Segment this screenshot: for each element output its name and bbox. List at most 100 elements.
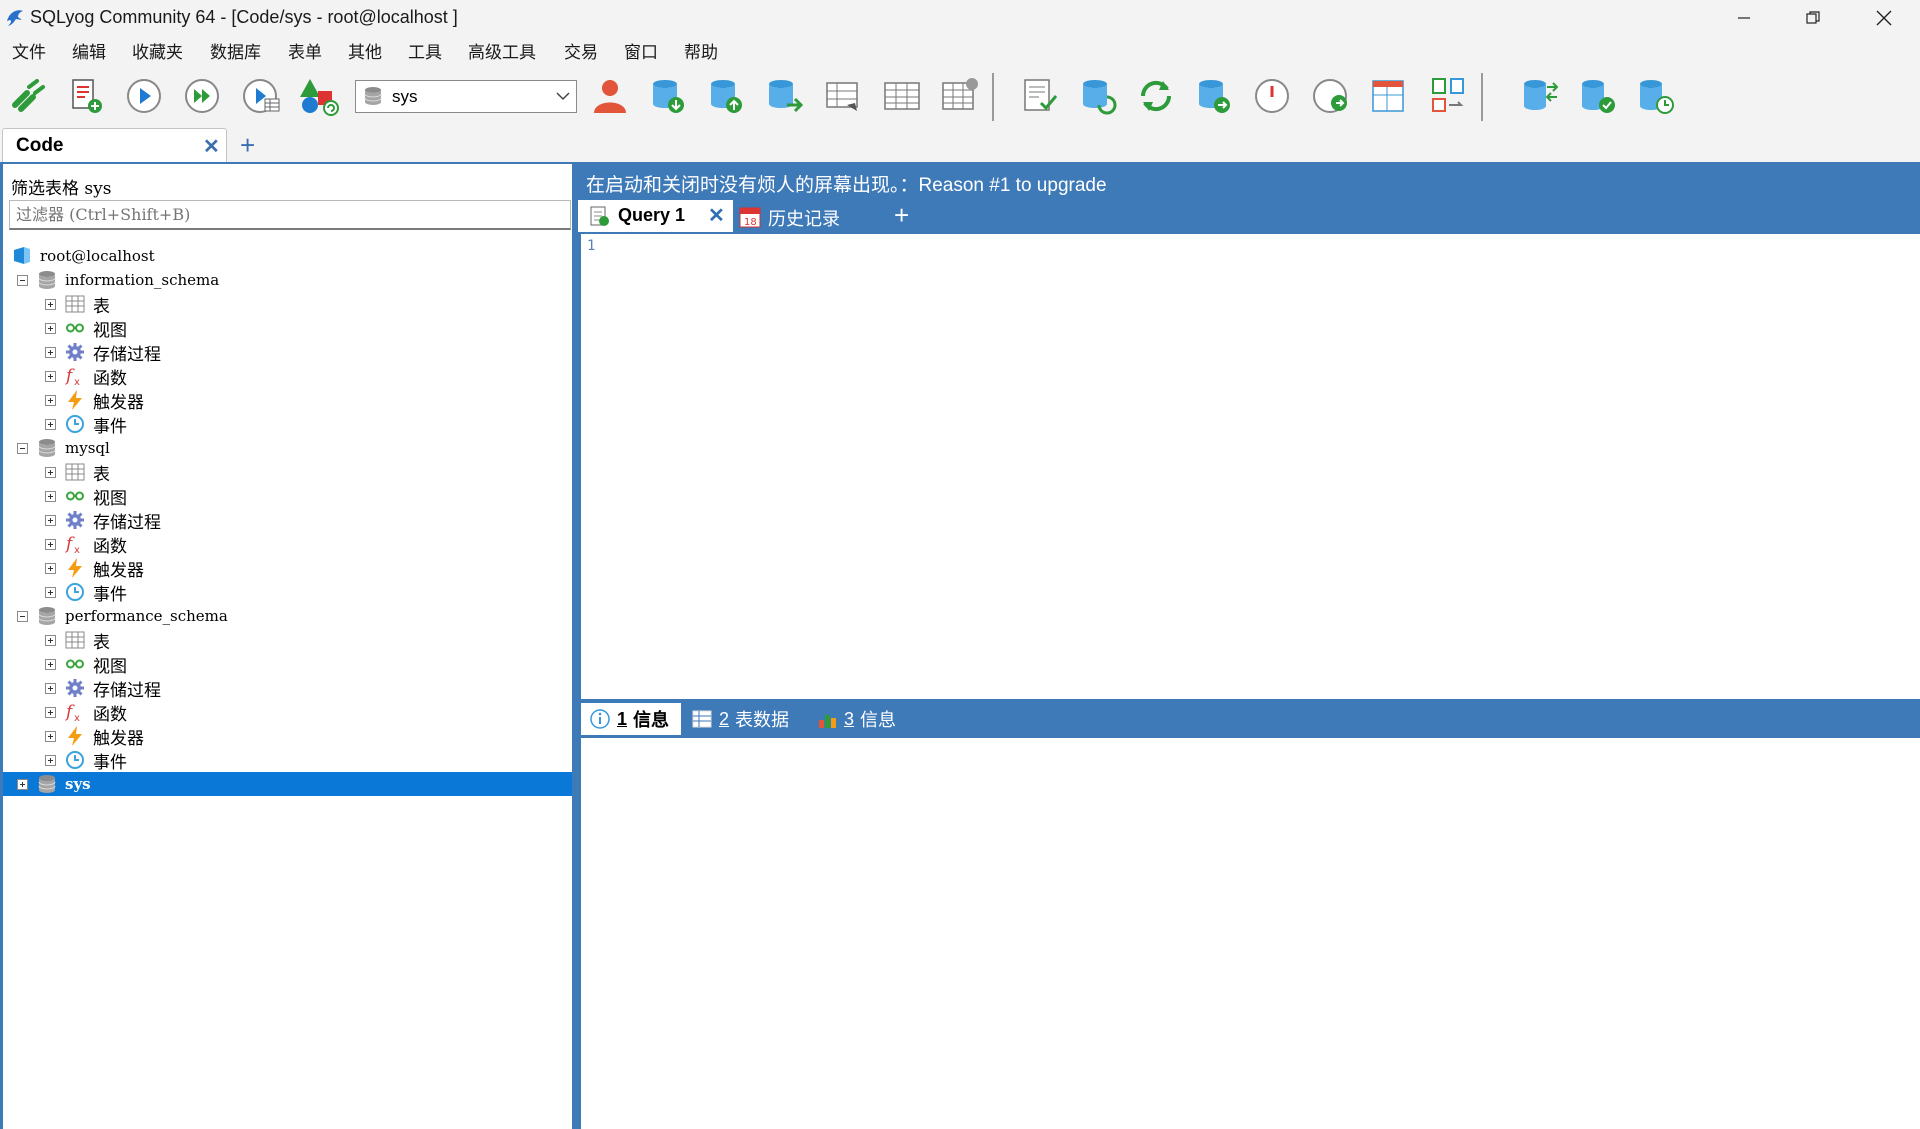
tree-node-procedures[interactable]: 存储过程 — [45, 676, 161, 701]
tree-node-tables[interactable]: 表 — [45, 460, 110, 485]
results-pane[interactable] — [581, 738, 1920, 1129]
add-connection-tab-button[interactable]: + — [240, 130, 255, 161]
refresh-icon — [1140, 80, 1172, 112]
check-query-button[interactable] — [1018, 75, 1062, 117]
expand-toggle-icon[interactable] — [45, 730, 56, 742]
user-manager-button[interactable] — [588, 75, 632, 117]
restore-database-button[interactable] — [704, 75, 748, 117]
tree-node-procedures[interactable]: 存储过程 — [45, 340, 161, 365]
tab-messages[interactable]: 1 信息 — [581, 703, 681, 735]
execute-query-button[interactable] — [122, 75, 166, 117]
connection-tab-code[interactable]: Code ✕ — [2, 128, 227, 162]
tab-table-data[interactable]: 2 表数据 — [691, 703, 789, 735]
menu-database[interactable]: 数据库 — [210, 38, 261, 63]
tree-node-database[interactable]: performance_schema — [17, 604, 228, 628]
collapse-toggle-icon[interactable] — [17, 274, 28, 286]
menu-tools[interactable]: 工具 — [408, 38, 442, 63]
tab-info[interactable]: 3 信息 — [816, 703, 896, 735]
expand-toggle-icon[interactable] — [45, 706, 56, 718]
expand-toggle-icon[interactable] — [45, 538, 56, 550]
expand-toggle-icon[interactable] — [45, 394, 56, 406]
menu-edit[interactable]: 编辑 — [72, 38, 106, 63]
database-label: information_schema — [65, 271, 220, 289]
expand-toggle-icon[interactable] — [45, 418, 56, 430]
add-query-tab-button[interactable]: + — [894, 200, 909, 231]
refresh-button[interactable] — [1134, 75, 1178, 117]
schema-sync-button[interactable] — [1576, 75, 1620, 117]
expand-toggle-icon[interactable] — [45, 466, 56, 478]
expand-toggle-icon[interactable] — [45, 322, 56, 334]
minimize-button[interactable] — [1709, 0, 1779, 35]
tree-node-triggers[interactable]: 触发器 — [45, 724, 144, 749]
scheduler-button[interactable] — [1250, 75, 1294, 117]
tree-node-views[interactable]: 视图 — [45, 316, 127, 341]
filter-input[interactable] — [9, 200, 571, 230]
copy-database-button[interactable] — [762, 75, 806, 117]
import-external-button[interactable] — [1192, 75, 1236, 117]
expand-toggle-icon[interactable] — [45, 586, 56, 598]
query-builder-button[interactable] — [880, 75, 924, 117]
expand-toggle-icon[interactable] — [45, 634, 56, 646]
new-query-button[interactable] — [64, 75, 108, 117]
tree-node-tables[interactable]: 表 — [45, 292, 110, 317]
menu-favorites[interactable]: 收藏夹 — [132, 38, 183, 63]
new-connection-button[interactable] — [6, 75, 50, 117]
upgrade-notice[interactable]: 在启动和关闭时没有烦人的屏幕出现。：Reason #1 to upgrade — [586, 170, 1107, 197]
tree-node-tables[interactable]: 表 — [45, 628, 110, 653]
expand-toggle-icon[interactable] — [45, 562, 56, 574]
tree-node-views[interactable]: 视图 — [45, 652, 127, 677]
close-tab-icon[interactable]: ✕ — [203, 134, 220, 159]
close-tab-icon[interactable]: ✕ — [708, 203, 725, 228]
collapse-toggle-icon[interactable] — [17, 442, 28, 454]
expand-toggle-icon[interactable] — [45, 298, 56, 310]
tree-node-connection[interactable]: root@localhost — [11, 244, 155, 268]
tree-node-views[interactable]: 视图 — [45, 484, 127, 509]
tree-node-database[interactable]: information_schema — [17, 268, 219, 292]
expand-toggle-icon[interactable] — [45, 490, 56, 502]
menu-advanced[interactable]: 高级工具 — [468, 38, 536, 63]
migration-button[interactable] — [1426, 75, 1470, 117]
tree-node-database-selected[interactable]: sys — [17, 772, 91, 796]
database-sync-button[interactable] — [1518, 75, 1562, 117]
schema-designer-button[interactable] — [822, 75, 866, 117]
database-selector[interactable]: sys — [355, 80, 577, 113]
tree-node-functions[interactable]: 函数 — [45, 700, 127, 725]
tree-node-triggers[interactable]: 触发器 — [45, 556, 144, 581]
visual-data-compare-button[interactable] — [1368, 75, 1412, 117]
menu-window[interactable]: 窗口 — [624, 38, 658, 63]
expand-toggle-icon[interactable] — [45, 658, 56, 670]
copy-database-icon — [769, 80, 804, 113]
backup-schedule-button[interactable] — [1634, 75, 1678, 117]
sync-schema-button[interactable] — [1076, 75, 1120, 117]
tree-node-events[interactable]: 事件 — [45, 412, 127, 437]
collapse-toggle-icon[interactable] — [17, 610, 28, 622]
tree-node-triggers[interactable]: 触发器 — [45, 388, 144, 413]
tree-node-database[interactable]: mysql — [17, 436, 110, 460]
tab-query-1[interactable]: Query 1 ✕ — [578, 200, 733, 232]
notification-button[interactable] — [1310, 75, 1354, 117]
sql-editor[interactable]: 1 — [581, 234, 1920, 699]
close-window-button[interactable] — [1849, 0, 1919, 35]
menu-transaction[interactable]: 交易 — [564, 38, 598, 63]
backup-database-button[interactable] — [646, 75, 690, 117]
tree-node-procedures[interactable]: 存储过程 — [45, 508, 161, 533]
expand-toggle-icon[interactable] — [45, 370, 56, 382]
execute-with-grid-button[interactable] — [240, 75, 284, 117]
restore-button[interactable] — [1778, 0, 1848, 35]
expand-toggle-icon[interactable] — [45, 514, 56, 526]
expand-toggle-icon[interactable] — [17, 778, 28, 790]
menu-file[interactable]: 文件 — [12, 38, 46, 63]
menu-other[interactable]: 其他 — [348, 38, 382, 63]
expand-toggle-icon[interactable] — [45, 346, 56, 358]
tree-node-events[interactable]: 事件 — [45, 748, 127, 773]
create-object-button[interactable] — [297, 75, 341, 117]
tree-node-functions[interactable]: 函数 — [45, 532, 127, 557]
menu-help[interactable]: 帮助 — [684, 38, 718, 63]
tree-node-events[interactable]: 事件 — [45, 580, 127, 605]
tree-node-functions[interactable]: 函数 — [45, 364, 127, 389]
expand-toggle-icon[interactable] — [45, 754, 56, 766]
table-diagnostics-button[interactable] — [938, 75, 982, 117]
execute-all-button[interactable] — [180, 75, 224, 117]
menu-table[interactable]: 表单 — [288, 38, 322, 63]
expand-toggle-icon[interactable] — [45, 682, 56, 694]
